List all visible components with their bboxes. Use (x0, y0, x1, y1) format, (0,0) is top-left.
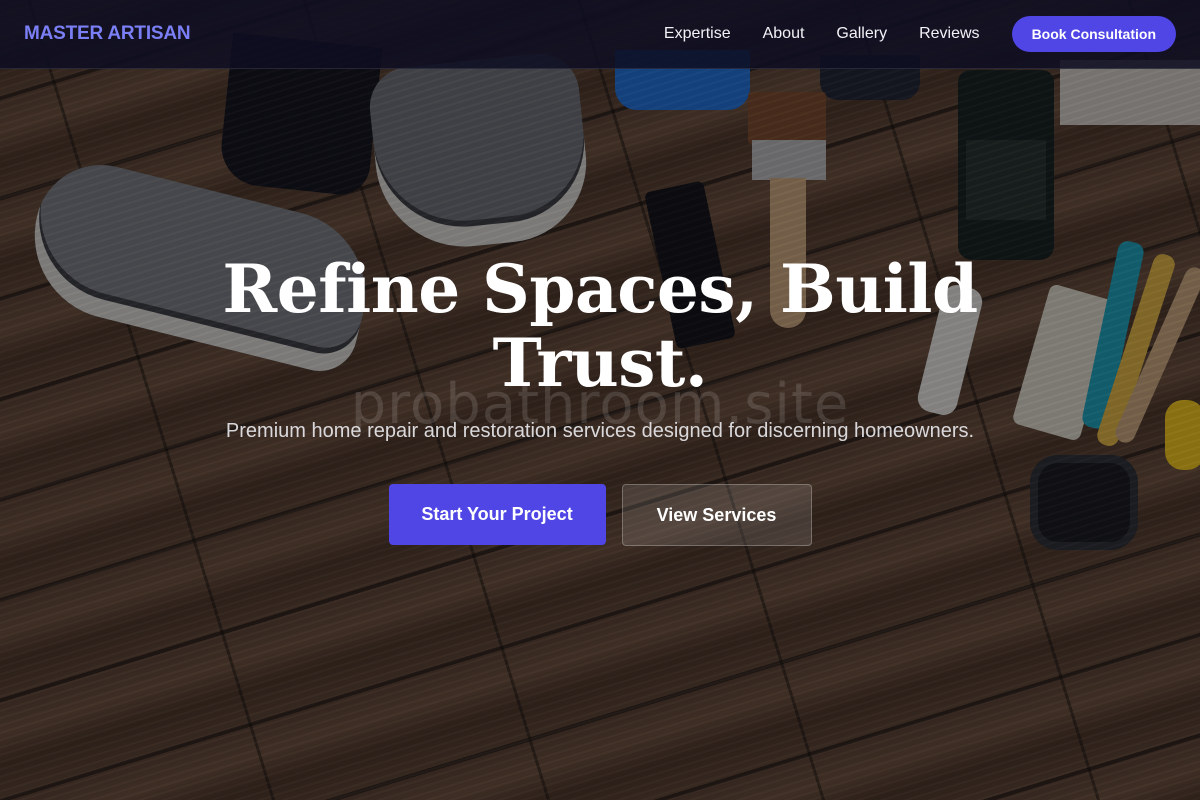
top-navbar: MASTER ARTISAN Expertise About Gallery R… (0, 0, 1200, 69)
nav-link-reviews[interactable]: Reviews (919, 25, 979, 43)
hero-buttons: Start Your Project View Services (0, 484, 1200, 546)
book-consultation-button[interactable]: Book Consultation (1011, 16, 1176, 52)
view-services-button[interactable]: View Services (621, 484, 812, 546)
start-project-button[interactable]: Start Your Project (388, 484, 606, 545)
nav-link-gallery[interactable]: Gallery (836, 25, 887, 43)
nav-link-expertise[interactable]: Expertise (664, 25, 731, 43)
hero-title: Refine Spaces, Build Trust. (222, 250, 978, 402)
nav-link-about[interactable]: About (763, 25, 805, 43)
hero-section: Refine Spaces, Build Trust. Premium home… (0, 252, 1200, 546)
nav-links: Expertise About Gallery Reviews Book Con… (664, 16, 1176, 52)
brand-logo[interactable]: MASTER ARTISAN (24, 23, 191, 45)
hero-subtitle: Premium home repair and restoration serv… (225, 420, 975, 442)
